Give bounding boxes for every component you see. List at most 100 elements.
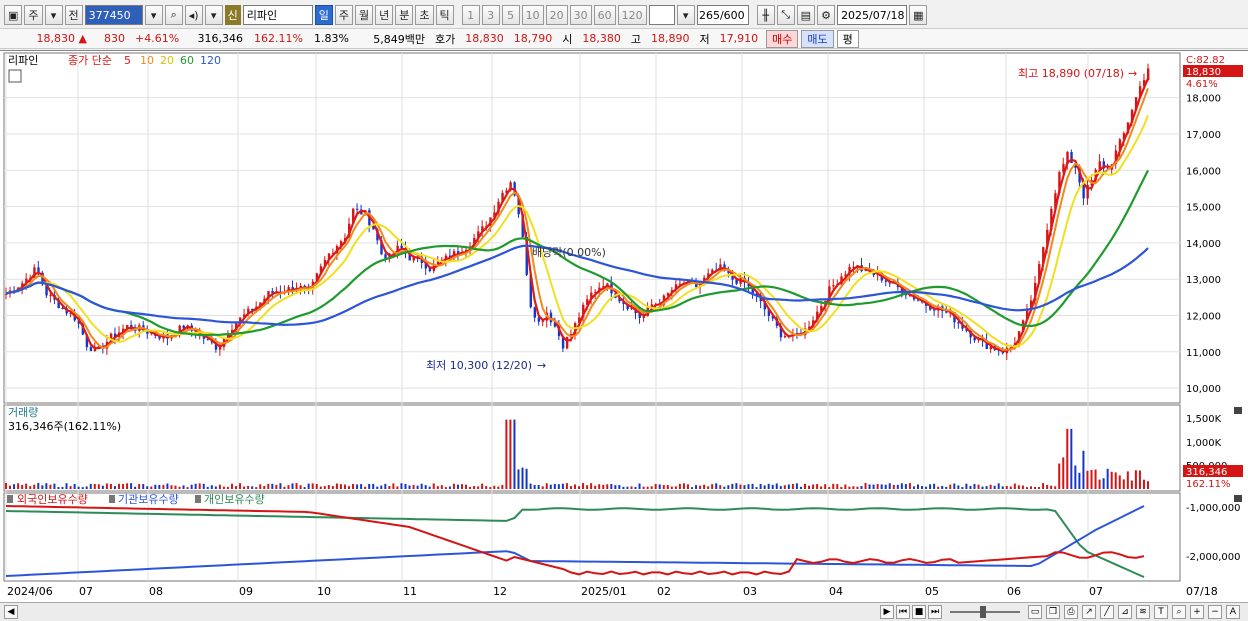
volume-bar — [638, 483, 641, 489]
candle-body — [832, 285, 835, 287]
volume-ratio: 162.11% — [254, 32, 303, 45]
price-change-pct: +4.61% — [135, 32, 180, 45]
fib-icon[interactable]: ≋ — [1136, 605, 1150, 619]
copy-icon[interactable]: ❐ — [1046, 605, 1060, 619]
print-icon[interactable]: ⎙ — [1064, 605, 1078, 619]
chart-scrollbar[interactable]: ◀ ▶ ⏮ ■ ⏭ ▭ ❐ ⎙ ↗ ╱ ⊿ ≋ T ⌕ + − A — [0, 602, 1248, 621]
volume-bar — [364, 486, 367, 489]
volume-bar — [49, 484, 52, 489]
font-size-icon[interactable]: A — [1226, 605, 1240, 619]
date-input[interactable]: 2025/07/18 — [837, 5, 908, 25]
volume-bar — [194, 483, 197, 489]
volume-bar — [1021, 485, 1024, 489]
volume-bar — [771, 484, 774, 489]
prev-button[interactable]: 전 — [64, 5, 83, 25]
volume-bar — [77, 486, 80, 489]
price-y-tick: 10,000 — [1186, 384, 1221, 395]
speaker-dropdown-icon[interactable]: ▾ — [204, 5, 223, 25]
zoom-in-icon[interactable]: ⌕ — [1172, 605, 1186, 619]
text-tool-icon[interactable]: T — [1154, 605, 1168, 619]
candle-type-icon[interactable]: ╫ — [756, 5, 775, 25]
period-day-button[interactable]: 일 — [314, 5, 333, 25]
interval-dropdown-icon[interactable]: ▾ — [676, 5, 695, 25]
gear-icon[interactable]: ⚙ — [817, 5, 836, 25]
interval-custom-input[interactable] — [648, 5, 675, 25]
interval-10-button[interactable]: 10 — [521, 5, 544, 25]
trendline-icon[interactable]: ↗ — [1082, 605, 1096, 619]
calendar-icon[interactable]: ▦ — [909, 5, 928, 25]
line-tool-icon[interactable]: ╱ — [1100, 605, 1114, 619]
volume-bar — [957, 485, 960, 489]
count-total: /600 — [719, 8, 745, 22]
volume-bar — [525, 468, 528, 489]
scroll-right-icon[interactable]: ▶ — [880, 605, 894, 619]
ruler-icon[interactable]: ⊿ — [1118, 605, 1132, 619]
volume-bar — [315, 484, 318, 489]
interval-60-button[interactable]: 60 — [593, 5, 616, 25]
volume-bar — [686, 484, 689, 489]
interval-5-button[interactable]: 5 — [501, 5, 520, 25]
period-year-button[interactable]: 년 — [375, 5, 394, 25]
interval-20-button[interactable]: 20 — [545, 5, 568, 25]
volume-bar — [945, 486, 948, 489]
grid-toggle-icon[interactable] — [8, 69, 22, 83]
speaker-icon[interactable]: ◂) — [184, 5, 203, 25]
layout-icon[interactable]: ▣ — [4, 5, 23, 25]
volume-bar — [477, 486, 480, 489]
volume-bar — [630, 486, 633, 489]
volume-bar — [247, 485, 250, 489]
stop-icon[interactable]: ■ — [912, 605, 926, 619]
volume-bar — [707, 486, 710, 489]
volume-bar — [565, 483, 568, 489]
stock-name-field[interactable]: 리파인 — [242, 5, 313, 25]
volume-panel-close-icon[interactable] — [1234, 407, 1242, 414]
period-week-button[interactable]: 주 — [334, 5, 354, 25]
minus-icon[interactable]: − — [1208, 605, 1222, 619]
price-change: 830 — [104, 32, 125, 45]
volume-bar — [150, 486, 153, 489]
interval-120-button[interactable]: 120 — [617, 5, 647, 25]
current-price-tag: 18,830 — [1186, 67, 1221, 78]
volume-bar — [473, 486, 476, 489]
rewind-icon[interactable]: ⏮ — [896, 605, 910, 619]
period-tick-button[interactable]: 틱 — [435, 5, 454, 25]
volume-bar — [263, 486, 266, 489]
price-y-tick: 16,000 — [1186, 166, 1221, 177]
forward-icon[interactable]: ⏭ — [928, 605, 942, 619]
zoom-slider-thumb[interactable] — [980, 606, 986, 618]
buy-button[interactable]: 매수 — [766, 29, 799, 48]
period-type-select[interactable]: 주 — [24, 5, 43, 25]
stock-code-input[interactable]: 377450 — [84, 5, 143, 25]
volume-bar — [816, 484, 819, 489]
split-icon[interactable]: ▭ — [1028, 605, 1042, 619]
holdings-tick-2m: -2,000,000 — [1186, 552, 1241, 563]
period-second-button[interactable]: 초 — [415, 5, 434, 25]
volume-bar — [432, 483, 435, 489]
draw-tool-icon[interactable]: ⤡ — [776, 5, 795, 25]
volume-bar — [134, 486, 137, 489]
volume-bar — [255, 487, 258, 489]
holdings-panel-close-icon[interactable] — [1234, 495, 1242, 502]
volume-bar — [101, 485, 104, 489]
save-icon[interactable]: ▤ — [796, 5, 816, 25]
volume-bar — [775, 483, 778, 489]
dropdown-arrow-icon[interactable]: ▾ — [44, 5, 63, 25]
interval-3-button[interactable]: 3 — [481, 5, 500, 25]
volume-bar — [162, 484, 165, 489]
sell-button[interactable]: 매도 — [801, 29, 834, 48]
interval-30-button[interactable]: 30 — [569, 5, 592, 25]
period-minute-button[interactable]: 분 — [395, 5, 414, 25]
count-input[interactable]: 265/600 — [696, 5, 749, 25]
volume-bar — [497, 486, 500, 489]
scroll-left-icon[interactable]: ◀ — [4, 605, 18, 619]
volume-bar — [166, 483, 169, 489]
chart-area[interactable]: 리파인 종가 단순 5 10 20 60 120 18,000 17,000 16,… — [0, 50, 1248, 602]
volume-bar — [1082, 450, 1085, 489]
search-icon[interactable]: ⌕ — [164, 5, 183, 25]
plus-icon[interactable]: + — [1190, 605, 1204, 619]
current-pct-tag: 4.61% — [1186, 79, 1218, 90]
code-dropdown-icon[interactable]: ▾ — [144, 5, 163, 25]
period-month-button[interactable]: 월 — [355, 5, 374, 25]
interval-1-button[interactable]: 1 — [461, 5, 480, 25]
flat-button[interactable]: 평 — [836, 29, 859, 48]
